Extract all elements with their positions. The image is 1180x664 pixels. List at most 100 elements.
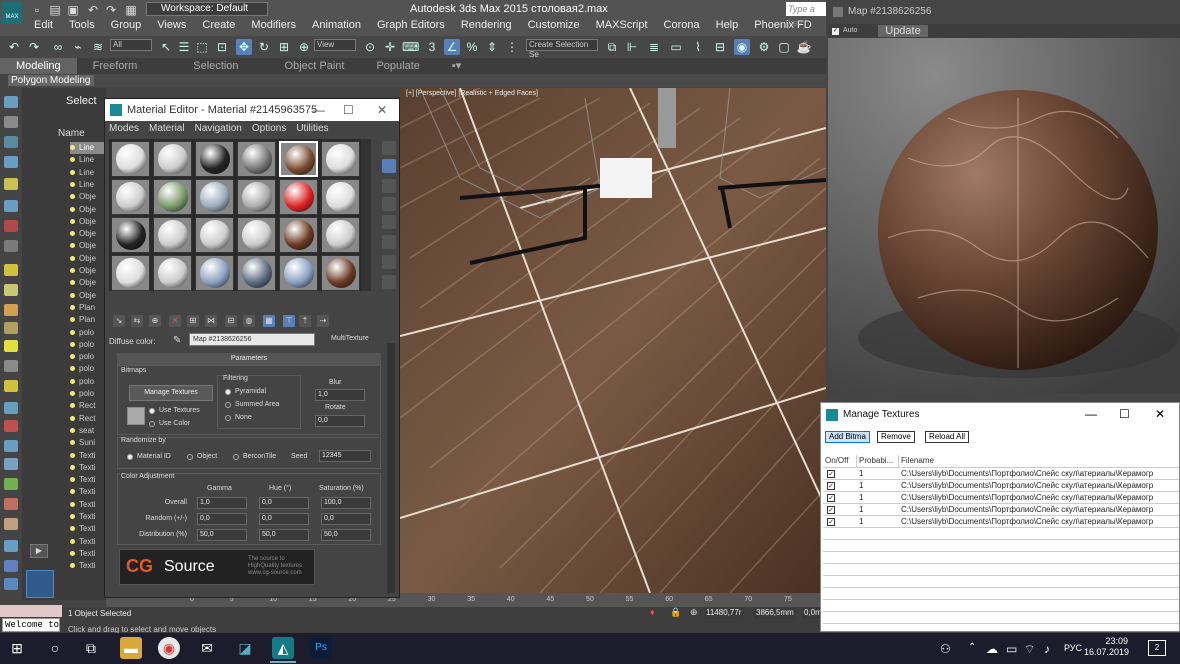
color-adj-input[interactable]: 50,0 bbox=[197, 529, 247, 541]
redo-icon[interactable]: ↷ bbox=[26, 39, 42, 55]
maxscript-listener[interactable]: Welcome to bbox=[2, 618, 60, 632]
table-row[interactable] bbox=[823, 575, 1179, 587]
assign-material-icon[interactable]: ⊕ bbox=[149, 315, 161, 327]
none-radio[interactable] bbox=[225, 415, 231, 421]
remote-desktop-icon[interactable]: ◪ bbox=[234, 637, 256, 659]
workspace-dropdown[interactable]: Workspace: Default bbox=[146, 2, 268, 16]
material-slot[interactable] bbox=[195, 217, 234, 253]
mirror-icon[interactable]: ⧉ bbox=[604, 39, 620, 55]
color-adj-input[interactable]: 100,0 bbox=[321, 497, 371, 509]
select-manipulate-icon[interactable]: ✛ bbox=[382, 39, 398, 55]
schematic-view-icon[interactable]: ⊟ bbox=[712, 39, 728, 55]
onoff-header[interactable]: On/Off bbox=[825, 455, 857, 467]
save-icon[interactable]: ▣ bbox=[66, 3, 80, 17]
visibility-bulb-icon[interactable] bbox=[70, 206, 75, 212]
menu-corona[interactable]: Corona bbox=[664, 19, 700, 31]
visibility-bulb-icon[interactable] bbox=[70, 415, 75, 421]
light-bulb-icon[interactable] bbox=[4, 340, 18, 352]
material-editor-titlebar[interactable]: Material Editor - Material #2145963575 bbox=[105, 99, 399, 121]
menu-group[interactable]: Group bbox=[111, 19, 142, 31]
material-slot[interactable] bbox=[237, 255, 276, 291]
search-input[interactable]: Type a key bbox=[786, 2, 826, 28]
menu-utilities[interactable]: Utilities bbox=[296, 121, 328, 137]
menu-create[interactable]: Create bbox=[202, 19, 235, 31]
biped-icon[interactable] bbox=[4, 498, 18, 510]
volume-icon[interactable]: ♪ bbox=[1044, 642, 1050, 656]
hold-icon[interactable]: ▦ bbox=[124, 3, 138, 17]
spinner-snap-icon[interactable]: ⇕ bbox=[484, 39, 500, 55]
tab-freeform[interactable]: Freeform bbox=[77, 58, 154, 74]
table-row[interactable] bbox=[823, 539, 1179, 551]
material-slot[interactable] bbox=[321, 255, 360, 291]
menu-navigation[interactable]: Navigation bbox=[195, 121, 242, 137]
cg-source-banner[interactable]: CG Source The source to HighQuality text… bbox=[119, 549, 315, 585]
options-icon[interactable] bbox=[382, 255, 396, 269]
probability-cell[interactable]: 1 bbox=[859, 480, 863, 491]
color-adj-input[interactable]: 1,0 bbox=[197, 497, 247, 509]
make-copy-icon[interactable]: ⊞ bbox=[187, 315, 199, 327]
systems-icon[interactable] bbox=[4, 304, 18, 316]
spacewarp-icon[interactable] bbox=[4, 240, 18, 252]
visibility-bulb-icon[interactable] bbox=[70, 538, 75, 544]
rotate-input[interactable]: 0,0 bbox=[315, 415, 365, 427]
geometry-icon[interactable] bbox=[4, 264, 18, 276]
use-textures-radio[interactable] bbox=[149, 408, 155, 414]
angle-snap-icon[interactable]: ∠ bbox=[444, 39, 460, 55]
color-adj-input[interactable]: 0,0 bbox=[321, 513, 371, 525]
x-coordinate[interactable]: 11480,77r bbox=[704, 607, 744, 619]
use-color-radio[interactable] bbox=[149, 421, 155, 427]
parameters-rollout[interactable]: Parameters bbox=[117, 353, 381, 365]
unlink-icon[interactable]: ⌁ bbox=[70, 39, 86, 55]
material-slot[interactable] bbox=[153, 255, 192, 291]
tab-modeling[interactable]: Modeling bbox=[0, 58, 77, 74]
material-editor-icon[interactable]: ◉ bbox=[734, 39, 750, 55]
material-slot[interactable] bbox=[195, 179, 234, 215]
backlight-icon[interactable] bbox=[382, 159, 396, 173]
pin-icon[interactable]: ♦ bbox=[650, 607, 655, 617]
visibility-bulb-icon[interactable] bbox=[70, 280, 75, 286]
viewport-label[interactable]: [+] [Perspective] [Realistic + Edged Fac… bbox=[406, 90, 538, 97]
maximize-icon[interactable]: ☐ bbox=[1119, 407, 1130, 421]
menu-material[interactable]: Material bbox=[149, 121, 185, 137]
color-adj-input[interactable]: 50,0 bbox=[321, 529, 371, 541]
visibility-bulb-icon[interactable] bbox=[70, 563, 75, 569]
network-icon[interactable]: ⌔ bbox=[1024, 642, 1035, 657]
table-row[interactable] bbox=[823, 599, 1179, 611]
bone-object-icon[interactable] bbox=[4, 478, 18, 490]
onoff-checkbox[interactable]: ✓ bbox=[827, 506, 835, 514]
material-slot[interactable] bbox=[279, 141, 318, 177]
bercontile-radio[interactable] bbox=[233, 454, 239, 460]
container-icon[interactable] bbox=[4, 420, 18, 432]
visibility-bulb-icon[interactable] bbox=[70, 157, 75, 163]
table-row[interactable]: ✓ 1 C:\Users\liyb\Documents\Портфолио\Спей… bbox=[823, 515, 1179, 527]
visibility-bulb-icon[interactable] bbox=[70, 477, 75, 483]
filename-cell[interactable]: C:\Users\liyb\Documents\Портфолио\Спейс … bbox=[901, 468, 1177, 479]
maximize-icon[interactable]: ☐ bbox=[343, 103, 354, 117]
material-slot[interactable] bbox=[153, 217, 192, 253]
filename-cell[interactable]: C:\Users\liyb\Documents\Портфолио\Спейс … bbox=[901, 504, 1177, 515]
ribbon-options-icon[interactable]: ▪▾ bbox=[436, 58, 477, 74]
select-label[interactable]: Select bbox=[66, 95, 97, 107]
visibility-bulb-icon[interactable] bbox=[70, 329, 75, 335]
auto-checkbox[interactable]: ✓ bbox=[832, 28, 839, 35]
notifications-icon[interactable]: 2 bbox=[1148, 640, 1166, 656]
update-button[interactable]: Update bbox=[878, 25, 928, 37]
curve-editor-icon[interactable]: ⌇ bbox=[690, 39, 706, 55]
seed-input[interactable]: 12345 bbox=[319, 450, 371, 462]
selection-filter-dropdown[interactable]: All bbox=[110, 39, 152, 51]
object-radio[interactable] bbox=[187, 454, 193, 460]
pyramidal-radio[interactable] bbox=[225, 389, 231, 395]
table-row[interactable] bbox=[823, 551, 1179, 563]
open-file-icon[interactable]: ▤ bbox=[48, 3, 62, 17]
visibility-bulb-icon[interactable] bbox=[70, 354, 75, 360]
table-row[interactable] bbox=[823, 563, 1179, 575]
put-to-scene-icon[interactable]: ⇆ bbox=[131, 315, 143, 327]
expand-arrow-icon[interactable]: ▶ bbox=[30, 544, 48, 558]
select-by-material-icon[interactable] bbox=[382, 275, 396, 289]
perspective-viewport[interactable]: [+] [Perspective] [Realistic + Edged Fac… bbox=[400, 88, 826, 593]
bind-space-warp-icon[interactable]: ≋ bbox=[90, 39, 106, 55]
polygon-modeling-label[interactable]: Polygon Modeling bbox=[8, 75, 94, 86]
menu-animation[interactable]: Animation bbox=[312, 19, 361, 31]
material-slot[interactable] bbox=[237, 179, 276, 215]
photoshop-icon[interactable]: Ps bbox=[310, 637, 332, 659]
